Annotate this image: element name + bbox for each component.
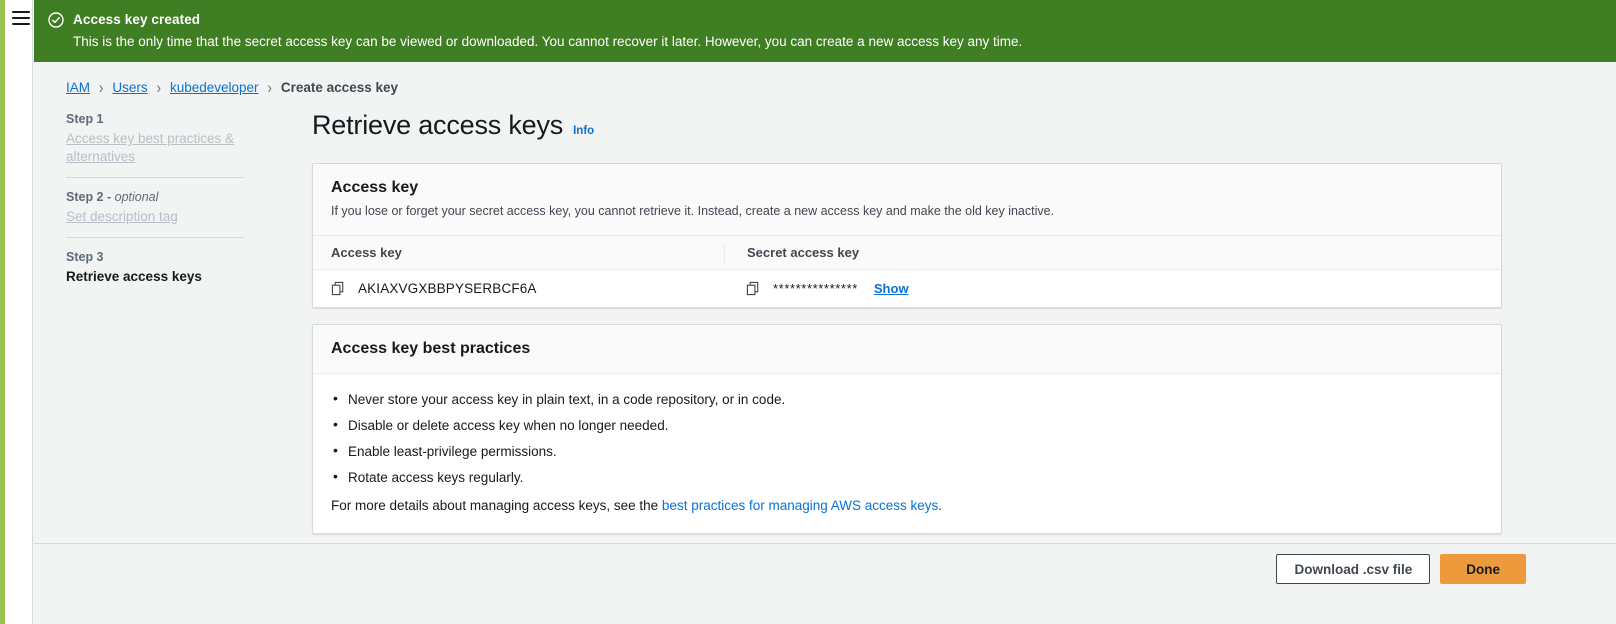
wizard-step-2-link[interactable]: Set description tag [66, 209, 178, 224]
best-practices-footer-prefix: For more details about managing access k… [331, 498, 662, 513]
breadcrumb-item-users[interactable]: Users [112, 80, 147, 95]
access-key-value: AKIAXVGXBBPYSERBCF6A [358, 281, 537, 296]
best-practices-list: Never store your access key in plain tex… [331, 389, 1483, 487]
page-title: Retrieve access keys [312, 110, 564, 140]
list-item: Rotate access keys regularly. [331, 467, 1483, 487]
wizard-step-1-link[interactable]: Access key best practices & alternatives [66, 131, 234, 164]
wizard-step-3-title: Retrieve access keys [66, 269, 202, 284]
wizard-step-2-optional-tag: optional [114, 190, 159, 204]
list-item: Disable or delete access key when no lon… [331, 415, 1483, 435]
wizard-step-2-label: Step 2 - optional [66, 190, 244, 204]
breadcrumb-item-current: Create access key [280, 80, 398, 95]
hamburger-line [12, 11, 30, 13]
hamburger-line [12, 23, 30, 25]
best-practices-card-header: Access key best practices [313, 325, 1501, 374]
hamburger-line [12, 17, 30, 19]
cell-secret-access-key: *************** Show [724, 281, 1501, 296]
access-key-card-title: Access key [331, 179, 419, 196]
info-link[interactable]: Info [573, 125, 594, 137]
access-key-card: Access key If you lose or forget your se… [312, 163, 1502, 308]
hamburger-menu-icon[interactable] [12, 11, 30, 25]
best-practices-card-title: Access key best practices [331, 340, 531, 357]
left-nav-rail [5, 0, 33, 624]
best-practices-card-body: Never store your access key in plain tex… [313, 374, 1501, 533]
best-practices-doc-link[interactable]: best practices for managing AWS access k… [662, 498, 938, 513]
column-header-access-key: Access key [331, 245, 402, 260]
wizard-divider [66, 177, 244, 178]
column-header-secret-access-key: Secret access key [724, 242, 1501, 263]
wizard-step-2: Step 2 - optional Set description tag [66, 190, 244, 237]
success-banner-body: Access key created This is the only time… [73, 11, 1602, 51]
copy-icon[interactable] [331, 281, 346, 296]
breadcrumb-item-iam[interactable]: IAM [66, 80, 90, 95]
access-key-table-header: Access key Secret access key [313, 236, 1501, 270]
main-content: Retrieve access keys Info Access key If … [312, 110, 1502, 550]
breadcrumb-separator-icon: › [99, 78, 104, 97]
list-item: Enable least-privilege permissions. [331, 441, 1483, 461]
access-key-card-header: Access key If you lose or forget your se… [313, 164, 1501, 236]
table-row: AKIAXVGXBBPYSERBCF6A *************** Sho… [313, 270, 1501, 307]
access-key-card-description: If you lose or forget your secret access… [331, 204, 1055, 218]
success-banner-title: Access key created [73, 12, 201, 27]
page-title-row: Retrieve access keys Info [312, 110, 1502, 141]
wizard-step-navigation: Step 1 Access key best practices & alter… [66, 112, 244, 297]
cell-access-key: AKIAXVGXBBPYSERBCF6A [313, 281, 724, 296]
list-item: Never store your access key in plain tex… [331, 389, 1483, 409]
wizard-step-1-label: Step 1 [66, 112, 104, 126]
wizard-divider [66, 237, 244, 238]
done-button[interactable]: Done [1440, 554, 1526, 584]
wizard-step-1: Step 1 Access key best practices & alter… [66, 112, 244, 177]
download-csv-button[interactable]: Download .csv file [1276, 554, 1431, 584]
breadcrumb-separator-icon: › [156, 78, 161, 97]
wizard-step-2-label-text: Step 2 - [66, 190, 115, 204]
success-banner: Access key created This is the only time… [34, 0, 1616, 62]
best-practices-footer-suffix: . [938, 498, 943, 513]
breadcrumb-item-kubedeveloper[interactable]: kubedeveloper [170, 80, 259, 95]
wizard-step-3-label: Step 3 [66, 250, 104, 264]
status-success-circle-check-icon [48, 12, 64, 28]
best-practices-footer-text: For more details about managing access k… [331, 496, 1483, 515]
copy-icon[interactable] [746, 281, 761, 296]
show-secret-key-link[interactable]: Show [874, 281, 909, 296]
wizard-step-3: Step 3 Retrieve access keys [66, 250, 244, 297]
secret-access-key-masked-value: *************** [773, 281, 858, 296]
breadcrumb-separator-icon: › [267, 78, 272, 97]
best-practices-card: Access key best practices Never store yo… [312, 324, 1502, 534]
success-banner-description: This is the only time that the secret ac… [73, 34, 1023, 49]
footer-action-bar: Download .csv file Done [34, 543, 1616, 584]
breadcrumb: IAM › Users › kubedeveloper › Create acc… [66, 78, 398, 97]
